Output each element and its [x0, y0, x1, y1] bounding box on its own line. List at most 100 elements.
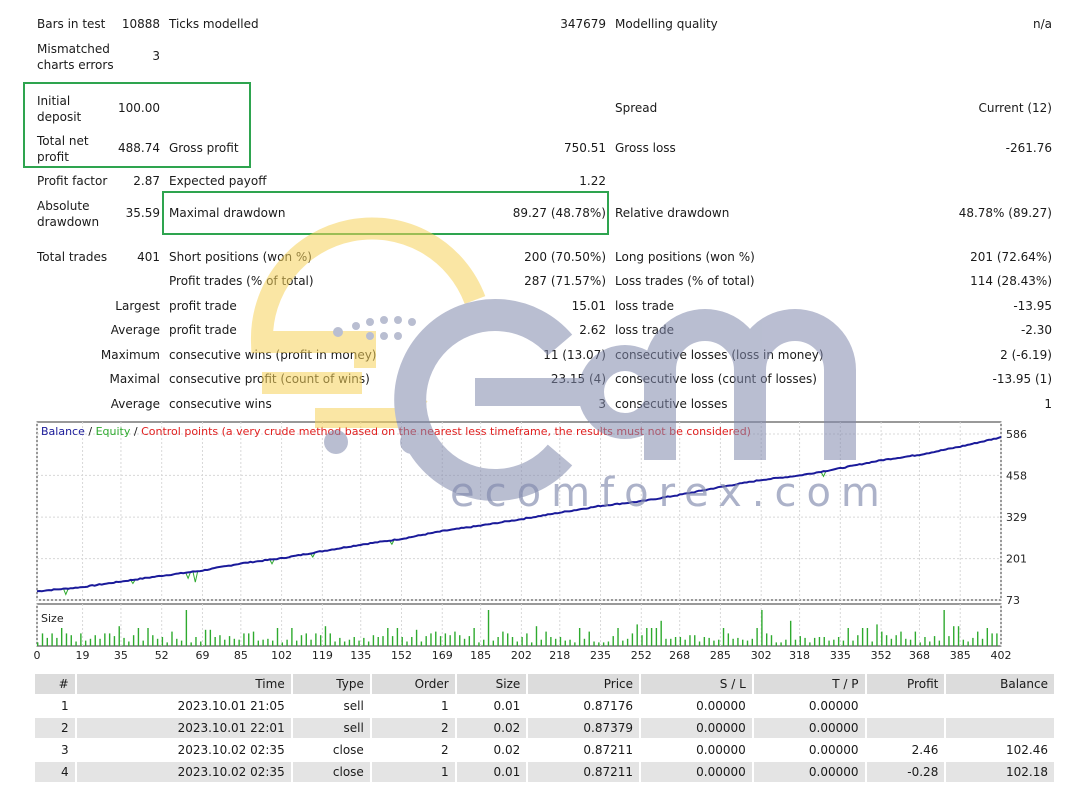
maximal-consec-loss-value: -13.95 (1)	[992, 372, 1053, 386]
size-bar	[94, 635, 96, 646]
size-bar	[382, 636, 384, 646]
gross-loss-label: Gross loss	[615, 141, 676, 155]
size-bar	[339, 637, 341, 646]
short-positions-value: 200 (70.50%)	[524, 250, 606, 264]
logo-tail-shape	[315, 388, 428, 428]
size-bar	[387, 628, 389, 646]
avg-consec-wins-value: 3	[598, 397, 606, 411]
size-bar	[957, 626, 960, 646]
size-bar	[737, 637, 739, 646]
size-bar	[257, 640, 260, 646]
size-bar	[991, 633, 993, 646]
size-bar	[929, 641, 931, 646]
absolute-drawdown-value: 35.59	[125, 206, 160, 220]
table-row[interactable]: 2 2023.10.01 22:01 sell 2 0.02 0.87379 0.00000…	[35, 718, 1054, 738]
size-plot-frame	[36, 603, 1002, 647]
size-bar	[401, 637, 403, 646]
size-bar	[602, 642, 605, 646]
size-bar	[315, 633, 317, 646]
size-bar	[324, 626, 327, 646]
table-row[interactable]: 1 2023.10.01 21:05 sell 1 0.01 0.87176 0.00000…	[35, 696, 1054, 716]
table-row[interactable]: 4 2023.10.02 02:35 close 1 0.01 0.87211 0.0000…	[35, 762, 1054, 782]
size-bar	[348, 639, 351, 646]
size-bar	[89, 638, 92, 646]
average2-label: Average	[110, 397, 160, 411]
y-tick-label: 586	[1006, 428, 1027, 441]
size-bar	[972, 637, 974, 646]
size-bar	[51, 633, 53, 646]
modelling-quality-label: Modelling quality	[615, 17, 718, 31]
ticks-modelled-label: Ticks modelled	[169, 17, 259, 31]
max-consec-losses-value: 2 (-6.19)	[1000, 348, 1052, 362]
maximal-consec-profit-label: consecutive profit (count of wins)	[169, 372, 370, 386]
expected-payoff-label: Expected payoff	[169, 174, 267, 188]
size-bar	[334, 641, 336, 646]
table-row[interactable]: 3 2023.10.02 02:35 close 2 0.02 0.87211 0.0000…	[35, 740, 1054, 760]
size-bar	[885, 635, 888, 646]
size-bar	[727, 633, 730, 646]
size-bar	[564, 640, 566, 646]
x-tick-label: 368	[909, 649, 930, 662]
size-bar	[272, 640, 274, 646]
size-bar	[842, 640, 845, 646]
x-tick-label: 52	[155, 649, 169, 662]
table-cell: 0.00000	[808, 743, 859, 757]
size-bar	[295, 640, 298, 646]
size-bar	[358, 640, 360, 646]
table-cell: 2023.10.02 02:35	[177, 743, 285, 757]
size-bar	[281, 642, 283, 646]
size-bar	[219, 635, 221, 646]
x-tick-label: 0	[34, 649, 41, 662]
size-bar	[535, 626, 538, 646]
size-bar	[459, 635, 461, 646]
size-bar	[478, 642, 480, 646]
size-bar	[914, 631, 917, 646]
size-bar	[353, 637, 355, 646]
size-bar	[286, 639, 288, 646]
size-bar	[948, 636, 950, 646]
size-bar	[742, 639, 744, 646]
size-bar	[363, 637, 365, 646]
size-bar	[660, 620, 662, 646]
size-bar	[463, 638, 466, 646]
table-cell: 0.02	[493, 743, 521, 757]
size-bar	[593, 641, 595, 646]
size-bar	[833, 639, 835, 646]
size-bar	[243, 633, 245, 646]
modelling-quality-value: n/a	[1032, 17, 1052, 31]
size-bar	[641, 635, 643, 646]
size-bar	[981, 638, 984, 646]
size-bar	[152, 635, 154, 646]
size-bar	[905, 638, 907, 646]
size-bar	[890, 638, 893, 646]
size-bar	[430, 633, 432, 646]
size-bar	[507, 633, 509, 646]
spread-value: Current (12)	[978, 101, 1052, 115]
max-consec-wins-value: 11 (13.07)	[543, 348, 606, 362]
size-bar	[550, 637, 552, 646]
size-bar	[104, 633, 106, 646]
size-bar	[228, 636, 231, 646]
balance-chart: 586 458 329 201 73 0 19 35 52 69 85 102 119 135 152 16…	[34, 421, 1027, 662]
maximal-label: Maximal	[109, 372, 160, 386]
size-bar	[967, 641, 969, 646]
x-tick-label: 252	[631, 649, 652, 662]
table-cell: sell	[343, 699, 364, 713]
size-bar	[209, 629, 212, 646]
size-bar	[372, 635, 375, 646]
size-bar	[540, 639, 542, 646]
table-cell: 0.87211	[583, 743, 634, 757]
size-bar	[99, 638, 101, 646]
avg-consec-losses-value: 1	[1044, 397, 1052, 411]
size-bar	[185, 610, 188, 646]
size-bar	[108, 633, 111, 646]
total-trades-value: 401	[137, 250, 160, 264]
size-bar	[698, 641, 701, 646]
size-bar	[626, 638, 629, 646]
relative-drawdown-value: 48.78% (89.27)	[958, 206, 1052, 220]
size-bar	[291, 628, 293, 646]
table-cell: 0.01	[493, 699, 521, 713]
deals-header-cell: Order	[371, 674, 455, 694]
bars-in-test-value: 10888	[121, 17, 160, 31]
x-tick-label: 69	[195, 649, 209, 662]
